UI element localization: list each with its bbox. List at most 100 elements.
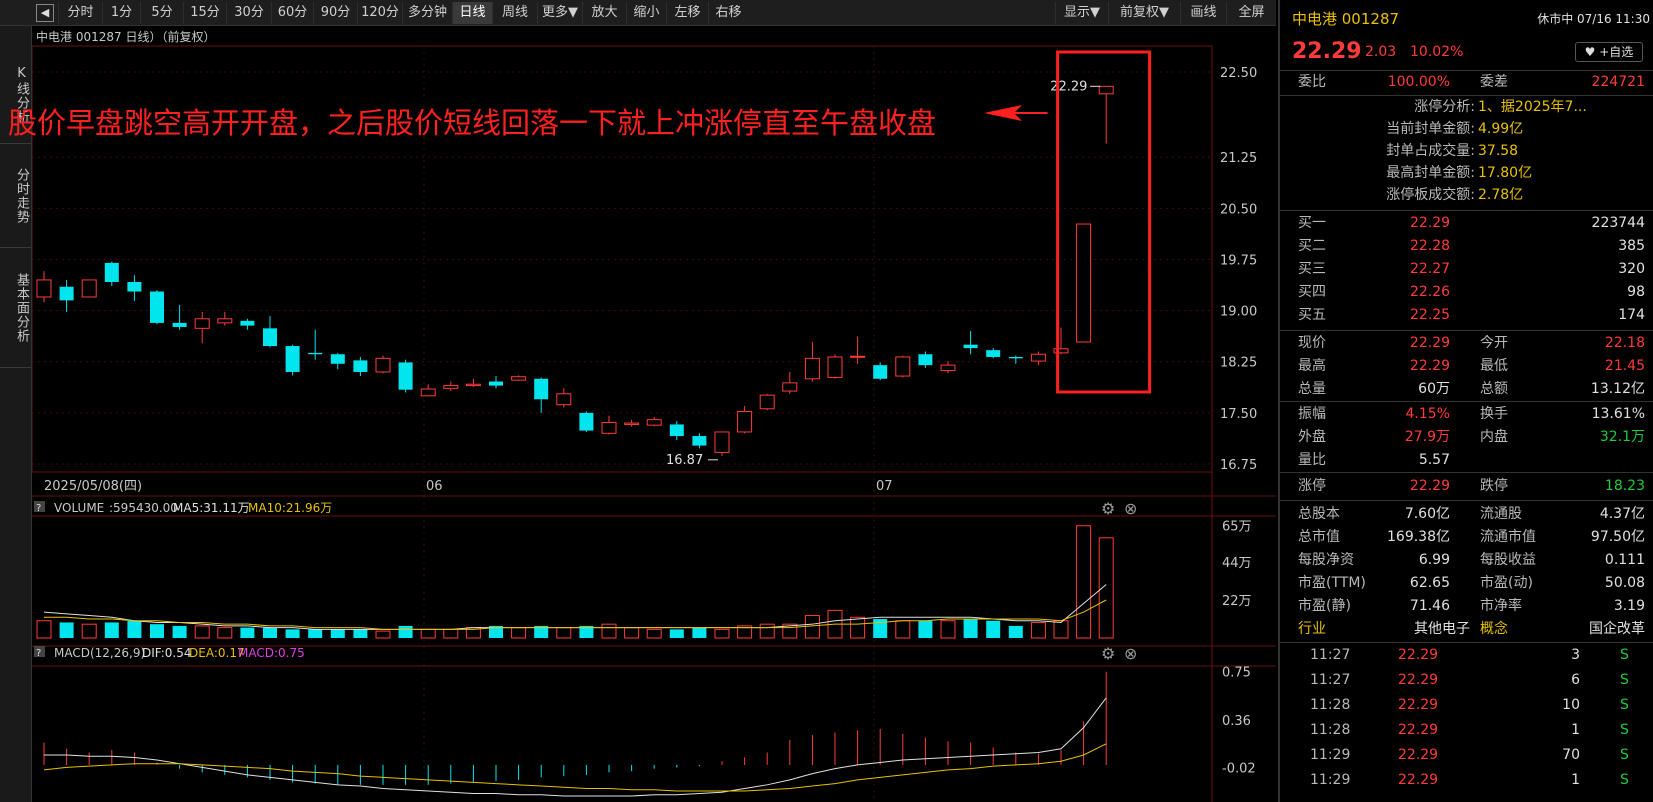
volume-bar (150, 624, 164, 638)
volume-bar (443, 628, 459, 639)
quote-label: 今开 (1480, 335, 1508, 351)
collapse-toggle-button[interactable]: ◀ (36, 4, 54, 22)
period-tab-10[interactable]: 周线 (492, 2, 537, 24)
quote-label: 每股收益 (1480, 552, 1536, 568)
quote-label: 总市值 (1298, 529, 1340, 545)
toolbar-right-2[interactable]: 画线 (1180, 2, 1226, 24)
toolbar-right-1[interactable]: 前复权▼ (1108, 2, 1180, 24)
candle-body-up (601, 421, 617, 434)
left-tab-2[interactable]: 基本面分析 (0, 248, 31, 368)
toolbar-right-0[interactable]: 显示▼ (1055, 2, 1108, 24)
candle-body-down (172, 322, 187, 327)
limit-up-label: 最高封单金额: (1386, 165, 1475, 181)
trade-tick-row: 11:29 22.29 1 S (1280, 769, 1653, 792)
date-label: 2025/05/08(四) (44, 479, 142, 494)
quote-label: 市盈(静) (1298, 598, 1351, 614)
limit-up-value: 1、据2025年7... (1478, 99, 1587, 115)
close-icon[interactable]: ⊗ (1124, 644, 1137, 663)
candle-body-down (398, 362, 413, 390)
buy-level-price: 22.27 (1410, 261, 1451, 277)
candle-body-up (646, 419, 662, 426)
quote-label: 总量 (1298, 381, 1326, 397)
volume-bar (850, 616, 866, 639)
price-tick-label: 20.50 (1220, 202, 1257, 217)
tick-side: S (1620, 772, 1629, 788)
candle-body-up (759, 394, 775, 410)
buy-level-row: 买五 22.25 174 (1280, 304, 1653, 327)
buy-level-label: 买五 (1298, 307, 1326, 323)
period-tab-5[interactable]: 60分 (271, 2, 313, 24)
limit-up-label: 涨停分析: (1414, 99, 1475, 115)
candle-body-up (465, 383, 481, 387)
period-tab-14[interactable]: 左移 (666, 2, 708, 24)
gear-icon[interactable]: ⚙ (1101, 644, 1115, 663)
help-icon[interactable]: ? (36, 503, 41, 514)
candle-body-up (737, 411, 753, 433)
gear-icon[interactable]: ⚙ (1101, 499, 1115, 518)
candle-body-down (873, 365, 888, 379)
tick-price: 22.29 (1398, 722, 1439, 738)
period-tab-6[interactable]: 90分 (313, 2, 357, 24)
volume-bar (217, 627, 233, 639)
volume-tick-label: 22万 (1222, 594, 1252, 609)
volume-bar (714, 628, 730, 639)
candle-body-down (104, 262, 119, 282)
quote-label: 内盘 (1480, 429, 1508, 445)
period-tab-4[interactable]: 30分 (226, 2, 271, 24)
volume-bar (420, 628, 436, 639)
candle-body-up (714, 431, 730, 453)
candle-body-up (895, 356, 911, 377)
month-label: 07 (876, 479, 893, 494)
price-change: 2.03 (1365, 44, 1397, 60)
close-icon[interactable]: ⊗ (1124, 499, 1137, 518)
period-tab-0[interactable]: 分时 (58, 2, 102, 24)
period-tab-15[interactable]: 右移 (708, 2, 748, 24)
candle-body-down (534, 378, 549, 400)
period-tab-13[interactable]: 缩小 (626, 2, 666, 24)
chart-header: 中电港 001287 日线）（前复权） (36, 29, 215, 44)
buy-level-price: 22.29 (1410, 215, 1451, 231)
candle-body-up (804, 357, 820, 380)
period-tab-7[interactable]: 120分 (357, 2, 402, 24)
help-icon[interactable]: ? (36, 648, 41, 659)
volume-bar (511, 627, 527, 639)
quote-value: 60万 (1418, 381, 1450, 397)
fundamental-row: 每股净资 6.99 每股收益 0.111 (1280, 549, 1653, 572)
period-tab-3[interactable]: 15分 (183, 2, 226, 24)
volume-bar (895, 620, 911, 639)
volume-bar (285, 629, 300, 638)
candle-body-down (489, 381, 503, 386)
trade-tick-row: 11:27 22.29 3 S (1280, 644, 1653, 667)
limit-row: 涨停 22.29 跌停 18.23 (1280, 475, 1653, 498)
quote-row: 外盘 27.9万 内盘 32.1万 (1280, 426, 1653, 449)
quote-value: 22.29 (1409, 335, 1450, 351)
candle-body-down (127, 281, 142, 292)
separator (1280, 330, 1653, 331)
price-tick-label: 18.25 (1220, 356, 1257, 371)
limit-up-label: 涨停板成交额: (1386, 187, 1475, 203)
trade-tick-row: 11:27 22.29 6 S (1280, 669, 1653, 692)
chart-area[interactable]: 中电港 001287 日线）（前复权） 22.50 21.25 20.50 19.75 1… (31, 26, 1276, 802)
period-tab-12[interactable]: 放大 (582, 2, 626, 24)
tick-volume: 3 (1571, 647, 1580, 663)
quote-value: 21.45 (1604, 358, 1645, 374)
tick-price: 22.29 (1398, 647, 1439, 663)
volume-bar (669, 629, 684, 638)
left-tab-1[interactable]: 分时走势 (0, 144, 31, 248)
macd-label: MACD(12,26,9) (54, 646, 145, 660)
period-tab-8[interactable]: 多分钟 (402, 2, 452, 24)
period-tab-9[interactable]: 日线 (452, 2, 492, 24)
candle-body-up (940, 364, 956, 372)
candle-body-down (353, 360, 368, 372)
month-label: 06 (426, 479, 443, 494)
candle-body-up (194, 318, 210, 329)
period-tab-11[interactable]: 更多▼ (537, 2, 582, 24)
limit-up-value: 2.78亿 (1478, 187, 1524, 203)
candle-body-down (918, 354, 933, 366)
add-favorite-button[interactable]: ♥ +自选 (1575, 42, 1643, 62)
toolbar-right-3[interactable]: 全屏 (1226, 2, 1276, 24)
candle-body-down (308, 352, 323, 355)
period-tab-1[interactable]: 1分 (102, 2, 140, 24)
period-tab-2[interactable]: 5分 (140, 2, 183, 24)
quote-value: 22.18 (1604, 335, 1645, 351)
